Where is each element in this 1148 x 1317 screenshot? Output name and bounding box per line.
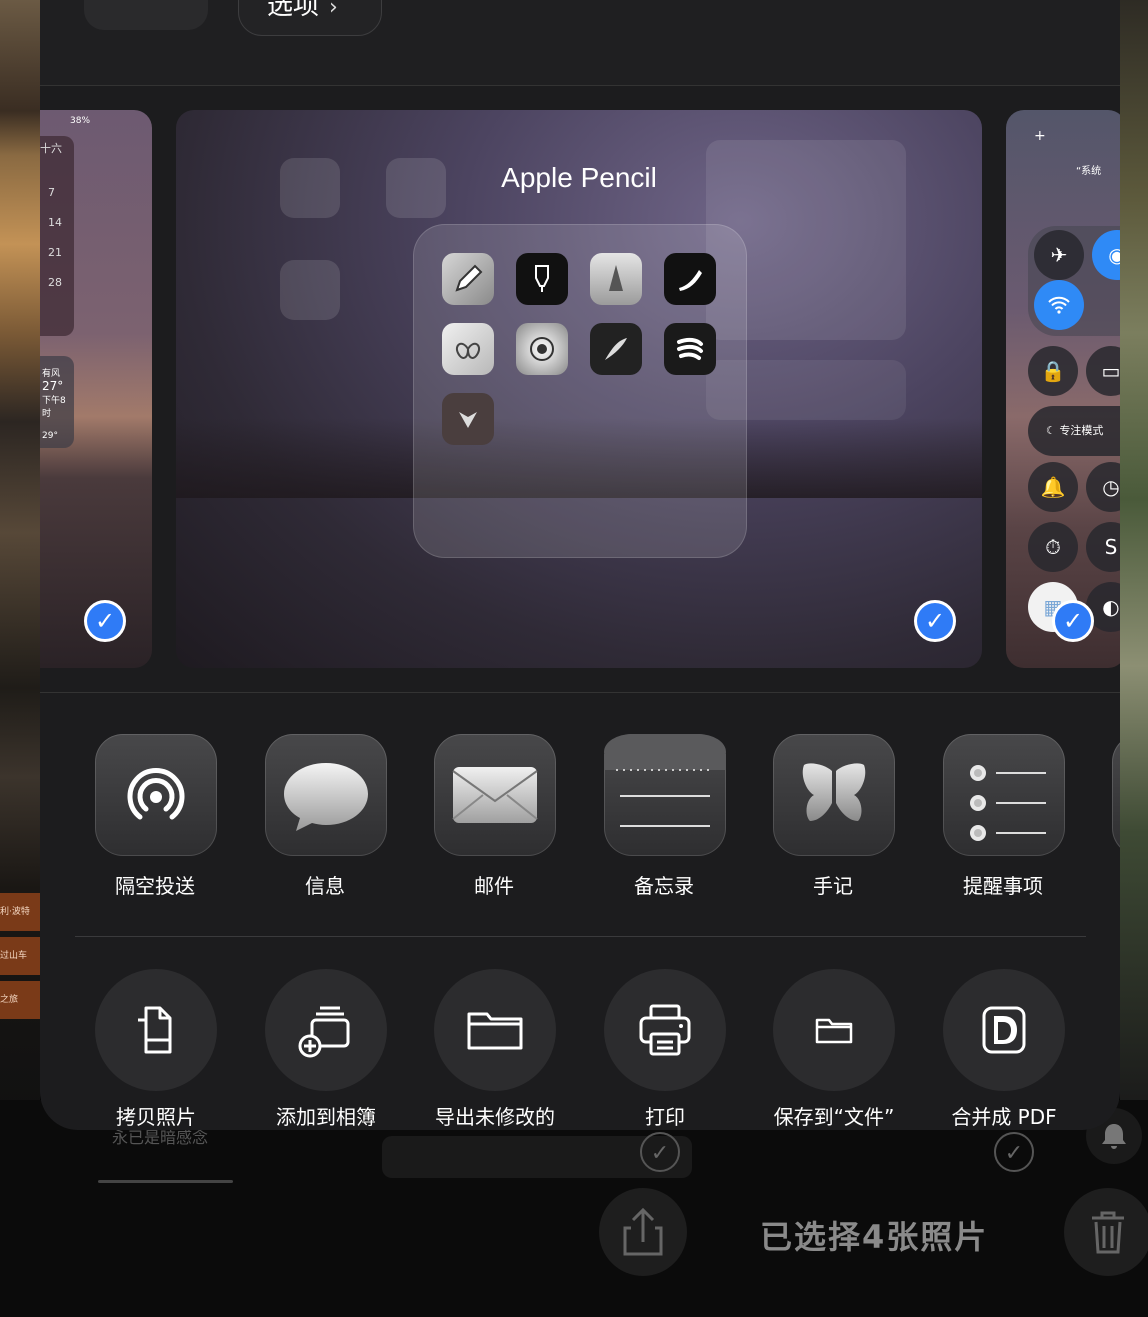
calendar-widget: 十六 7 14 21 28 [40,136,74,336]
app-airdrop[interactable] [95,734,217,856]
selected-check-icon[interactable]: ✓ [1052,600,1094,642]
app-mail[interactable] [434,734,556,856]
app-folder [413,224,747,558]
calendar-day: 21 [48,246,62,259]
rotation-lock-icon: 🔒 [1028,346,1078,396]
app-messages[interactable] [265,734,387,856]
action-label: 拷贝照片 [116,1105,196,1129]
trash-icon [1092,1211,1124,1254]
airplane-mode-icon: ✈ [1034,230,1084,280]
thumbnail-strip [84,0,208,30]
share-sheet: 选项 › 38% 十六 7 14 21 28 有风 27° 下午8时 29° ✓ … [40,0,1120,1130]
add-icon: + [1034,128,1046,144]
weather-low: 29° [42,431,58,441]
action-label: 导出未修改的 [435,1105,555,1129]
delete-button[interactable] [1064,1188,1148,1276]
reminders-icon [970,765,1046,841]
action-print[interactable] [604,969,726,1091]
copy-icon [138,1006,172,1054]
journal-icon [802,763,866,821]
concepts-app-icon [442,393,494,445]
share-button[interactable] [599,1188,687,1276]
sheet-header: 选项 › [40,0,1120,86]
files-icon [815,1018,853,1044]
messages-icon [284,763,368,831]
background-tag: 过山车 [0,937,40,975]
bell-icon: 🔔 [1028,462,1078,512]
share-icon [623,1207,663,1256]
options-button[interactable]: 选项 › [238,0,382,36]
folder-title: Apple Pencil [501,162,657,193]
chevron-right-icon: › [329,0,338,20]
sketch-app-icon [590,323,642,375]
brush-app-icon [664,323,716,375]
selection-count: 已选择4张照片 [760,1218,989,1256]
options-label: 选项 [267,0,320,21]
background-photos-right [1120,0,1148,1110]
pencil-app-icon [442,253,494,305]
stopwatch-icon: ⏱ [1028,522,1078,572]
action-label: 添加到相簿 [276,1105,376,1129]
mail-icon [452,767,538,823]
screen-mirror-icon: ▭ [1086,346,1120,396]
calendar-day: 7 [48,186,55,199]
app-notes[interactable] [604,734,726,856]
tab-underline [98,1180,233,1183]
photo-preview-right[interactable]: + “系统 ✈ ◉ 🔒 ▭ ☾ 专注模式 🔔 ◷ ⏱ S ▦ ◐ ✓ [1006,110,1120,668]
marker-app-icon [516,253,568,305]
divider [75,936,1086,937]
photo-preview-center[interactable]: Apple Pencil ✓ [176,110,982,668]
focus-label: 专注模式 [1059,424,1104,437]
action-copy-photos[interactable] [95,969,217,1091]
action-merge-pdf[interactable] [943,969,1065,1091]
notes-icon [604,734,726,827]
app-label: 备忘录 [634,874,694,898]
cc-header: “系统 [1076,166,1102,177]
app-label: 手记 [813,874,853,898]
app-reminders[interactable] [943,734,1065,856]
background-tag: 之旅 [0,981,40,1019]
blurred-app [280,260,340,320]
action-label: 打印 [645,1105,685,1129]
calendar-header: 十六 [40,142,62,155]
procreate-app-icon [664,253,716,305]
background-check-icon: ✓ [994,1132,1034,1172]
action-save-to-files[interactable] [773,969,895,1091]
vectornator-app-icon [590,253,642,305]
app-label: 邮件 [474,874,514,898]
divider [40,692,1120,693]
calendar-day: 14 [48,216,62,229]
pdf-icon [982,1006,1026,1054]
focus-mode-toggle: ☾ 专注模式 [1028,406,1120,456]
status-battery: 38% [70,116,91,126]
weather-widget: 有风 27° 下午8时 29° [40,356,74,448]
printer-icon [639,1004,691,1056]
coloring-book-app-icon [442,323,494,375]
add-to-album-icon [298,1006,350,1058]
mandala-app-icon [516,323,568,375]
action-label: 保存到“文件” [773,1105,895,1129]
calendar-day: 28 [48,276,62,289]
app-journal[interactable] [773,734,895,856]
app-more-partial[interactable] [1112,734,1120,856]
app-label: 隔空投送 [115,874,195,898]
selected-check-icon[interactable]: ✓ [914,600,956,642]
weather-wind: 有风 [42,369,61,379]
app-label: 信息 [305,874,345,898]
shazam-icon: S [1086,522,1120,572]
timer-icon: ◷ [1086,462,1120,512]
photo-preview-left[interactable]: 38% 十六 7 14 21 28 有风 27° 下午8时 29° ✓ [40,110,152,668]
action-add-to-album[interactable] [265,969,387,1091]
background-check-icon: ✓ [640,1132,680,1172]
app-label: 提醒事项 [963,874,1043,898]
weather-time: 下午8时 [42,396,66,419]
wifi-icon [1034,280,1084,330]
selected-check-icon[interactable]: ✓ [84,600,126,642]
weather-temp: 27° [42,379,64,393]
action-export-unmodified[interactable] [434,969,556,1091]
action-label: 合并成 PDF [951,1105,1057,1129]
folder-icon [467,1012,523,1050]
airdrop-icon [127,768,185,820]
background-tag: 利·波特 [0,893,40,931]
